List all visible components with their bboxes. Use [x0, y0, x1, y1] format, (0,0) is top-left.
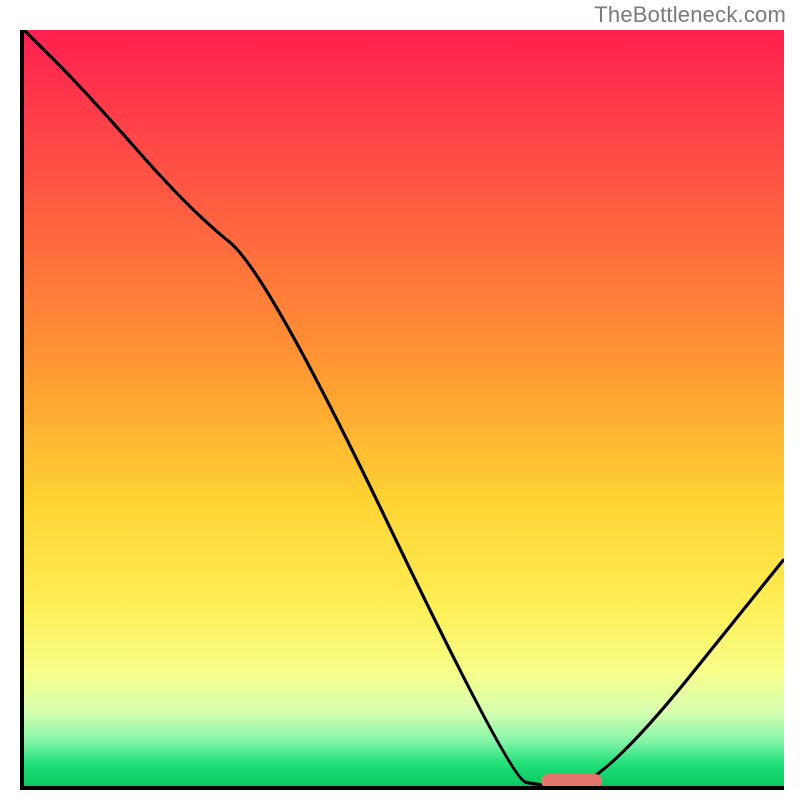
chart-container: TheBottleneck.com — [0, 0, 800, 800]
optimal-marker — [541, 774, 602, 788]
bottleneck-curve — [24, 30, 784, 786]
attribution-label: TheBottleneck.com — [594, 2, 786, 28]
plot-area — [20, 30, 784, 790]
